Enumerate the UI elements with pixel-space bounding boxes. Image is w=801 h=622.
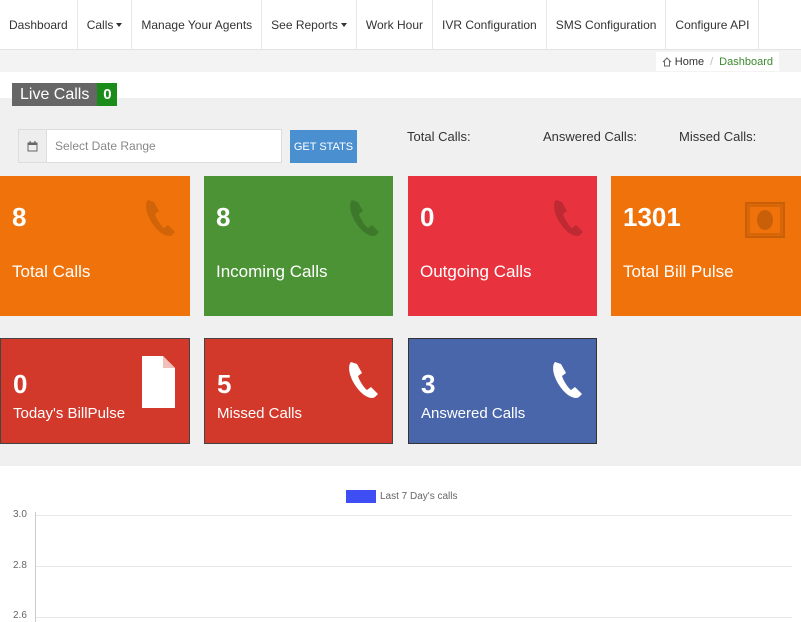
money-icon (745, 202, 785, 238)
total-calls-tile[interactable]: 8 Total Calls (0, 176, 190, 316)
chart-legend[interactable]: Last 7 Day's calls (346, 490, 458, 503)
tile-label: Answered Calls (421, 405, 526, 422)
tile-label: Total Calls (12, 262, 91, 281)
date-range-group (18, 129, 282, 163)
phone-icon (554, 200, 583, 236)
caret-down-icon (116, 23, 123, 27)
tile-label: Today's BillPulse (13, 405, 126, 422)
breadcrumb-separator: / (710, 55, 714, 68)
total-calls-stat: Total Calls: (407, 129, 471, 144)
nav-label: See Reports (271, 18, 338, 32)
missed-calls-stat: Missed Calls: (679, 129, 757, 144)
gridline (36, 515, 792, 516)
y-tick-label: 2.6 (13, 610, 27, 621)
todays-billpulse-tile[interactable]: 0 Today's BillPulse (0, 338, 190, 444)
nav-item-see-reports[interactable]: See Reports (262, 0, 357, 50)
nav-label: SMS Configuration (555, 18, 657, 32)
nav-item-configure-api[interactable]: Configure API (666, 0, 760, 50)
breadcrumb-home[interactable]: Home (662, 56, 704, 68)
nav-label: Configure API (675, 18, 750, 32)
live-calls-band (0, 72, 801, 98)
get-stats-button[interactable]: GET STATS (290, 130, 357, 163)
phone-icon (350, 200, 379, 236)
phone-icon (146, 200, 175, 236)
file-icon (142, 356, 175, 408)
nav-item-dashboard[interactable]: Dashboard (0, 0, 78, 50)
nav-label: Work Hour (365, 18, 423, 32)
nav-item-work-hour[interactable]: Work Hour (357, 0, 433, 50)
live-calls-label: Live Calls (12, 83, 98, 106)
gridline (36, 617, 792, 618)
phone-icon (349, 362, 378, 398)
live-calls-badge: Live Calls 0 (12, 83, 118, 106)
y-axis (35, 512, 36, 622)
tile-value: 0 (13, 369, 28, 399)
breadcrumb-home-label: Home (674, 55, 705, 68)
breadcrumb: Home / Dashboard (655, 52, 779, 71)
tile-value: 8 (216, 202, 231, 232)
tile-label: Incoming Calls (216, 262, 328, 281)
tile-value: 8 (12, 202, 27, 232)
tile-value: 0 (420, 202, 435, 232)
home-icon (662, 56, 672, 66)
nav-label: Dashboard (9, 18, 68, 32)
tile-label: Outgoing Calls (420, 262, 532, 281)
caret-down-icon (340, 23, 347, 27)
calendar-icon[interactable] (19, 130, 47, 162)
nav-item-sms-configuration[interactable]: SMS Configuration (547, 0, 667, 50)
gridline (36, 566, 792, 567)
answered-calls-stat: Answered Calls: (543, 129, 637, 144)
answered-calls-tile[interactable]: 3 Answered Calls (408, 338, 597, 444)
tile-label: Missed Calls (217, 405, 303, 422)
tile-value: 3 (421, 369, 436, 399)
top-navbar: Dashboard Calls Manage Your Agents See R… (0, 0, 801, 50)
date-range-input[interactable] (47, 130, 281, 162)
nav-label: Calls (86, 18, 114, 32)
legend-swatch (346, 490, 376, 503)
nav-item-ivr-configuration[interactable]: IVR Configuration (433, 0, 547, 50)
outgoing-calls-tile[interactable]: 0 Outgoing Calls (408, 176, 597, 316)
total-bill-pulse-tile[interactable]: 1301 Total Bill Pulse (611, 176, 801, 316)
tile-value: 5 (217, 369, 232, 399)
y-tick-label: 3.0 (13, 509, 27, 520)
live-calls-count: 0 (97, 83, 118, 106)
nav-item-calls[interactable]: Calls (78, 0, 133, 50)
missed-calls-tile[interactable]: 5 Missed Calls (204, 338, 393, 444)
nav-label: Manage Your Agents (141, 18, 253, 32)
incoming-calls-tile[interactable]: 8 Incoming Calls (204, 176, 393, 316)
nav-label: IVR Configuration (441, 18, 537, 32)
phone-icon (553, 362, 582, 398)
breadcrumb-current: Dashboard (719, 55, 773, 68)
legend-label: Last 7 Day's calls (380, 491, 458, 502)
y-tick-label: 2.8 (13, 560, 27, 571)
tile-value: 1301 (623, 202, 681, 232)
nav-item-manage-agents[interactable]: Manage Your Agents (132, 0, 263, 50)
tile-label: Total Bill Pulse (623, 262, 734, 281)
